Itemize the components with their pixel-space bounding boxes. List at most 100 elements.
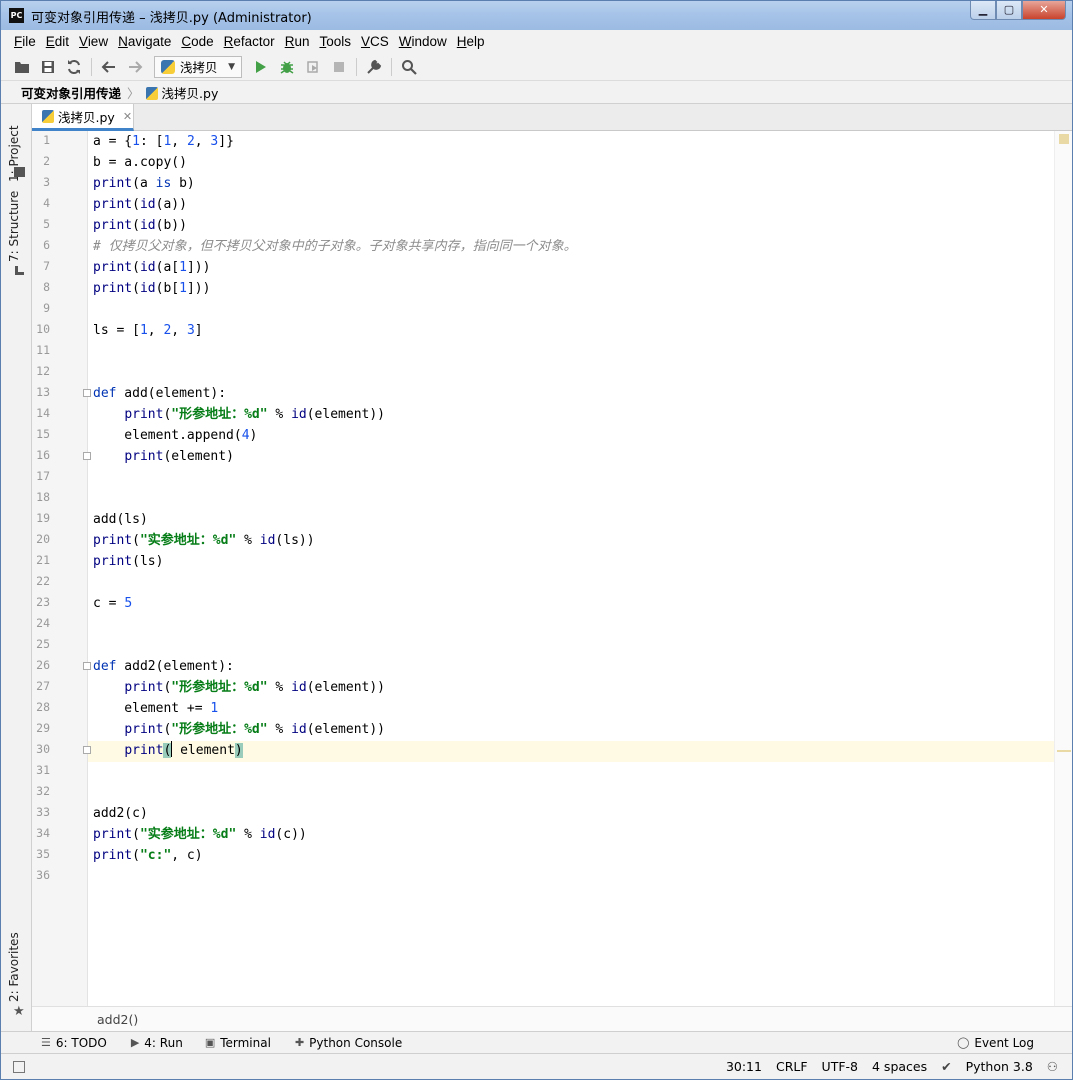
line-number: 9 (43, 301, 50, 315)
search-icon[interactable] (396, 56, 422, 78)
line-number: 2 (43, 154, 50, 168)
code-line[interactable]: def add(element): (93, 383, 226, 404)
menu-window[interactable]: Window (394, 31, 452, 53)
file-encoding[interactable]: UTF-8 (822, 1059, 858, 1074)
tool-window-event-log[interactable]: ◯ Event Log (957, 1036, 1034, 1050)
run-configuration-label: 浅拷贝 (180, 60, 218, 75)
minimize-button[interactable]: ▁ (970, 1, 996, 20)
line-number: 6 (43, 238, 50, 252)
line-number: 20 (36, 532, 50, 546)
line-number: 28 (36, 700, 50, 714)
code-line[interactable]: add2(c) (93, 803, 148, 824)
breadcrumb-function[interactable]: add2() (97, 1012, 138, 1027)
line-number: 32 (36, 784, 50, 798)
code-line[interactable]: print("形参地址：%d" % id(element)) (93, 677, 385, 698)
fold-marker[interactable] (83, 452, 91, 460)
line-number: 23 (36, 595, 50, 609)
tool-window-structure[interactable]: 7: Structure (7, 191, 21, 262)
code-line[interactable]: print("形参地址：%d" % id(element)) (93, 404, 385, 425)
line-number: 26 (36, 658, 50, 672)
breadcrumb-file[interactable]: 浅拷贝.py (145, 83, 218, 102)
tool-window-todo[interactable]: ☰ 6: TODO (41, 1036, 107, 1050)
menu-navigate[interactable]: Navigate (113, 31, 176, 53)
code-line[interactable]: b = a.copy() (93, 152, 187, 173)
run-icon[interactable] (248, 56, 274, 78)
inspection-status-icon[interactable] (1059, 134, 1069, 144)
line-number: 14 (36, 406, 50, 420)
code-editor[interactable]: 1 2 3 4 5 6 7 8 9 10 11 12 13 14 15 16 17 18 19 20 21 22 23 24 2… (32, 131, 1072, 1006)
pycharm-logo-icon: PC (9, 8, 24, 23)
coverage-icon[interactable] (300, 56, 326, 78)
code-line[interactable]: a = {1: [1, 2, 3]} (93, 131, 234, 152)
menu-bar: File Edit View Navigate Code Refactor Ru… (1, 30, 1072, 53)
line-number-gutter: 1 2 3 4 5 6 7 8 9 10 11 12 13 14 15 16 17 18 19 20 21 22 23 24 2… (32, 131, 91, 1006)
inspector-icon[interactable]: ⚇ (1047, 1059, 1058, 1074)
line-number: 35 (36, 847, 50, 861)
code-line[interactable]: c = 5 (93, 593, 132, 614)
tab-shallow-copy-py[interactable]: 浅拷贝.py ✕ (32, 104, 134, 131)
editor-tab-bar: 浅拷贝.py ✕ (32, 104, 1072, 131)
code-line[interactable]: print(id(b)) (93, 215, 187, 236)
save-icon[interactable] (35, 56, 61, 78)
breadcrumb-separator: 〉 (127, 85, 140, 101)
python-interpreter[interactable]: Python 3.8 (966, 1059, 1033, 1074)
line-number: 29 (36, 721, 50, 735)
vcs-check-icon[interactable]: ✔ (941, 1059, 951, 1074)
caret-position[interactable]: 30:11 (726, 1059, 762, 1074)
tool-window-favorites[interactable]: 2: Favorites (7, 932, 21, 1002)
code-line[interactable]: print(ls) (93, 551, 163, 572)
code-line[interactable]: def add2(element): (93, 656, 234, 677)
code-line[interactable]: print("实参地址：%d" % id(ls)) (93, 530, 315, 551)
line-number: 12 (36, 364, 50, 378)
stop-icon[interactable] (326, 56, 352, 78)
code-line[interactable]: print("实参地址：%d" % id(c)) (93, 824, 307, 845)
tool-window-python-console[interactable]: ✚ Python Console (295, 1036, 402, 1050)
tool-windows-toggle-icon[interactable] (13, 1060, 25, 1073)
folder-open-icon[interactable] (9, 56, 35, 78)
menu-run[interactable]: Run (280, 31, 315, 53)
tool-window-terminal[interactable]: ▣ Terminal (205, 1036, 271, 1050)
menu-edit[interactable]: Edit (41, 31, 74, 53)
fold-marker[interactable] (83, 746, 91, 754)
close-icon[interactable]: ✕ (123, 110, 132, 123)
menu-vcs[interactable]: VCS (356, 31, 394, 53)
code-line[interactable]: print("c:", c) (93, 845, 203, 866)
forward-arrow-icon[interactable] (122, 56, 148, 78)
line-number: 22 (36, 574, 50, 588)
code-line[interactable]: add(ls) (93, 509, 148, 530)
code-line[interactable]: print(element) (93, 446, 234, 467)
menu-file[interactable]: File (9, 31, 41, 53)
indent-setting[interactable]: 4 spaces (872, 1059, 927, 1074)
code-line[interactable]: ls = [1, 2, 3] (93, 320, 203, 341)
code-line[interactable]: print(a is b) (93, 173, 195, 194)
menu-view[interactable]: View (74, 31, 113, 53)
code-line[interactable]: element.append(4) (93, 425, 257, 446)
menu-tools[interactable]: Tools (314, 31, 356, 53)
code-line[interactable]: element += 1 (93, 698, 218, 719)
line-number: 16 (36, 448, 50, 462)
code-line[interactable]: print(id(b[1])) (93, 278, 210, 299)
run-configuration-select[interactable]: 浅拷贝 ▼ (154, 55, 242, 78)
line-separator[interactable]: CRLF (776, 1059, 808, 1074)
fold-marker[interactable] (83, 662, 91, 670)
editor-breadcrumb: add2() (32, 1006, 1072, 1031)
code-line[interactable]: print(id(a)) (93, 194, 187, 215)
tool-window-run[interactable]: ▶ 4: Run (131, 1036, 183, 1050)
menu-code[interactable]: Code (176, 31, 218, 53)
code-line[interactable]: print( element) (93, 740, 243, 761)
menu-help[interactable]: Help (452, 31, 490, 53)
fold-marker[interactable] (83, 389, 91, 397)
close-button[interactable]: ✕ (1022, 1, 1066, 20)
code-line[interactable]: # 仅拷贝父对象，但不拷贝父对象中的子对象。子对象共享内存，指向同一个对象。 (93, 236, 577, 257)
menu-refactor[interactable]: Refactor (219, 31, 280, 53)
ide-window: PC 可变对象引用传递 – 浅拷贝.py (Administrator) ▁ ▢… (0, 0, 1073, 1080)
sync-icon[interactable] (61, 56, 87, 78)
maximize-button[interactable]: ▢ (996, 1, 1022, 20)
debug-icon[interactable] (274, 56, 300, 78)
code-line[interactable]: print("形参地址：%d" % id(element)) (93, 719, 385, 740)
breadcrumb-project[interactable]: 可变对象引用传递 (21, 83, 121, 102)
wrench-icon[interactable] (361, 56, 387, 78)
code-line[interactable]: print(id(a[1])) (93, 257, 210, 278)
back-arrow-icon[interactable] (96, 56, 122, 78)
window-title: 可变对象引用传递 – 浅拷贝.py (Administrator) (31, 11, 312, 26)
